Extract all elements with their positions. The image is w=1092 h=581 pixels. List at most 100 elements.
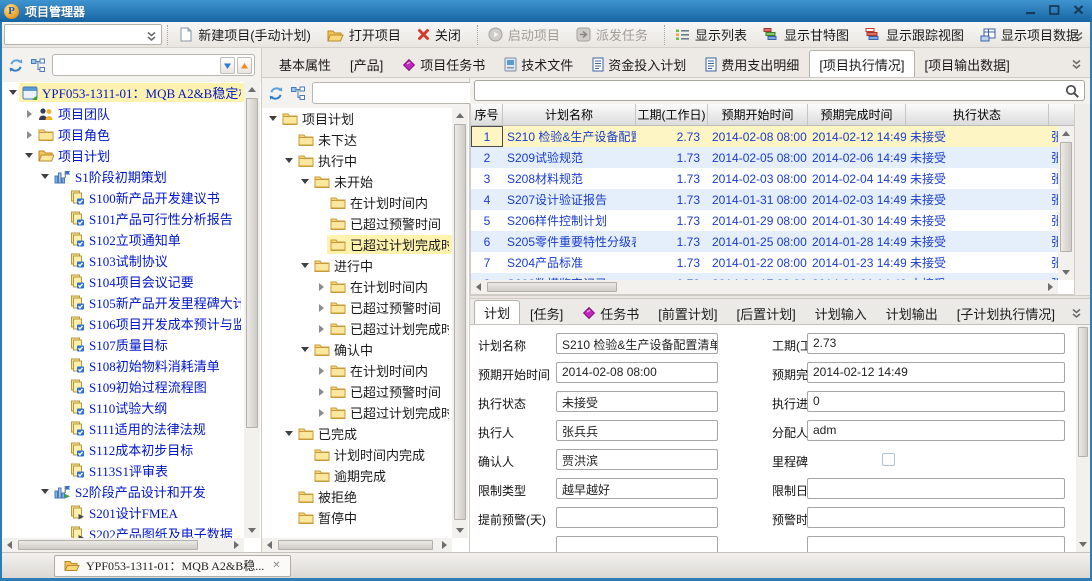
tree-item[interactable]: S105新产品开发里程碑大计划表 xyxy=(3,292,244,313)
tree-item[interactable]: S100新产品开发建议书 xyxy=(3,187,244,208)
scroll-left-arrow[interactable] xyxy=(2,538,17,552)
tree-expand-arrow-icon[interactable] xyxy=(39,174,51,179)
tree-item[interactable]: S202产品图纸及电子数据 xyxy=(3,523,244,538)
tree-item[interactable]: S106项目开发成本预计与监控表 xyxy=(3,313,244,334)
tree-item[interactable]: 在计划时间内 xyxy=(263,192,452,213)
project-view-tab[interactable]: 费用支出明细 xyxy=(696,52,808,77)
tree-collapse-arrow-icon[interactable] xyxy=(315,304,327,312)
scroll-thumb[interactable] xyxy=(487,282,617,292)
tree-expand-arrow-icon[interactable] xyxy=(299,347,311,352)
project-view-tab[interactable]: 资金投入计划 xyxy=(583,52,695,77)
minimize-button[interactable] xyxy=(1022,2,1038,18)
tree-item[interactable]: 执行中 xyxy=(263,150,452,171)
close-button[interactable] xyxy=(1070,2,1086,18)
tree-expand-arrow-icon[interactable] xyxy=(283,431,295,436)
column-header[interactable]: 序号 xyxy=(471,104,503,125)
field-input[interactable]: adm xyxy=(807,420,1065,441)
tree-item[interactable]: S110试验大纲 xyxy=(3,397,244,418)
tree-item[interactable]: 在计划时间内 xyxy=(263,360,452,381)
field-input[interactable]: 2014-02-08 08:00 xyxy=(556,362,718,383)
search-down-button[interactable] xyxy=(220,57,235,74)
detail-tab[interactable]: [子计划执行情况] xyxy=(948,302,1064,324)
tree-expand-arrow-icon[interactable] xyxy=(267,116,279,121)
column-header[interactable]: 工期(工作日) xyxy=(636,104,708,125)
tree-item[interactable]: 项目团队 xyxy=(3,103,244,124)
project-tree-hscrollbar[interactable] xyxy=(2,538,244,552)
detail-tab[interactable]: 任务书 xyxy=(573,302,648,324)
scroll-right-arrow[interactable] xyxy=(1043,280,1058,294)
scroll-thumb[interactable] xyxy=(278,540,433,550)
project-combobox[interactable] xyxy=(4,24,162,45)
toolbar-button[interactable]: 启动项目 xyxy=(483,25,565,44)
column-header[interactable]: 预期开始时间 xyxy=(708,104,808,125)
tree-expand-arrow-icon[interactable] xyxy=(7,90,19,95)
field-input[interactable] xyxy=(807,536,1065,552)
scroll-right-arrow[interactable] xyxy=(229,538,244,552)
tree-collapse-arrow-icon[interactable] xyxy=(315,325,327,333)
tree-item[interactable]: 已超过预警时间 xyxy=(263,297,452,318)
scroll-right-arrow[interactable] xyxy=(437,538,452,552)
tree-item[interactable]: S201设计FMEA xyxy=(3,502,244,523)
scroll-left-arrow[interactable] xyxy=(471,280,486,294)
scroll-up-arrow[interactable] xyxy=(452,108,468,123)
detail-tab[interactable]: 计划输出 xyxy=(877,302,947,324)
scroll-left-arrow[interactable] xyxy=(262,538,277,552)
tree-item[interactable]: 已超过计划完成时间 xyxy=(263,234,452,255)
field-input[interactable]: 越早越好 xyxy=(556,478,718,499)
plan-category-hscrollbar[interactable] xyxy=(262,538,452,552)
tree-collapse-arrow-icon[interactable] xyxy=(315,283,327,291)
project-view-tab[interactable]: 项目任务书 xyxy=(393,52,494,77)
field-input[interactable] xyxy=(807,507,1065,528)
detail-tab[interactable]: 计划 xyxy=(474,300,520,324)
plan-table-row[interactable]: 1S210 检验&生产设备配置清...2.732014-02-08 08:002… xyxy=(471,126,1058,147)
plan-category-search-input[interactable] xyxy=(318,84,473,102)
tree-item[interactable]: 未下达 xyxy=(263,129,452,150)
plan-search-input[interactable] xyxy=(481,82,1060,99)
status-tab-close-icon[interactable]: ✕ xyxy=(272,560,280,571)
detail-tab[interactable]: [任务] xyxy=(521,302,572,324)
project-tree-vscrollbar[interactable] xyxy=(244,82,260,538)
tree-expand-arrow-icon[interactable] xyxy=(299,263,311,268)
plan-table-row[interactable]: 2S209试验规范1.732014-02-05 08:002014-02-06 … xyxy=(471,147,1058,168)
plan-table-row[interactable]: 3S208材料规范1.732014-02-03 08:002014-02-04 … xyxy=(471,168,1058,189)
tree-item[interactable]: S109初始过程流程图 xyxy=(3,376,244,397)
field-input[interactable]: 贾洪滨 xyxy=(556,449,718,470)
field-input[interactable] xyxy=(556,507,718,528)
field-input[interactable]: 未接受 xyxy=(556,391,718,412)
tree-item[interactable]: S2阶段产品设计和开发 xyxy=(3,481,244,502)
tree-item[interactable]: 被拒绝 xyxy=(263,486,452,507)
toolbar-button[interactable]: 显示跟踪视图 xyxy=(860,25,969,44)
tree-item[interactable]: S108初始物料消耗清单 xyxy=(3,355,244,376)
plan-table-row[interactable]: 7S204产品标准1.732014-01-22 08:002014-01-23 … xyxy=(471,252,1058,273)
tree-item[interactable]: 在计划时间内 xyxy=(263,276,452,297)
tree-item[interactable]: 项目角色 xyxy=(3,124,244,145)
project-view-tab[interactable]: [项目执行情况] xyxy=(809,50,914,77)
tree-item[interactable]: S102立项通知单 xyxy=(3,229,244,250)
magnifier-icon[interactable] xyxy=(1065,84,1080,102)
toolbar-button[interactable]: 新建项目(手动计划) xyxy=(173,25,316,44)
tree-item[interactable]: S101产品可行性分析报告 xyxy=(3,208,244,229)
tree-item[interactable]: 已超过计划完成时间 xyxy=(263,318,452,339)
scroll-thumb[interactable] xyxy=(1060,142,1072,252)
tree-collapse-arrow-icon[interactable] xyxy=(23,110,35,118)
tree-collapse-arrow-icon[interactable] xyxy=(315,409,327,417)
tree-item[interactable]: S107质量目标 xyxy=(3,334,244,355)
project-view-tab[interactable]: [项目输出数据] xyxy=(916,52,1019,77)
field-input[interactable] xyxy=(556,536,718,552)
hierarchy-icon[interactable] xyxy=(30,58,46,73)
project-tree-search-input[interactable] xyxy=(58,56,220,74)
tree-expand-arrow-icon[interactable] xyxy=(299,179,311,184)
search-up-button[interactable] xyxy=(237,57,252,74)
open-project-status-tab[interactable]: YPF053-1311-01：MQB A2&B稳... ✕ xyxy=(54,555,291,577)
tree-item[interactable]: S112成本初步目标 xyxy=(3,439,244,460)
refresh-icon[interactable] xyxy=(8,58,24,73)
tree-expand-arrow-icon[interactable] xyxy=(283,158,295,163)
tree-item[interactable]: 确认中 xyxy=(263,339,452,360)
tree-collapse-arrow-icon[interactable] xyxy=(315,367,327,375)
toolbar-button[interactable]: 打开项目 xyxy=(322,25,406,44)
scroll-down-arrow[interactable] xyxy=(1058,265,1074,280)
toolbar-overflow-chevron[interactable] xyxy=(1073,30,1084,45)
tree-item[interactable]: 已超过预警时间 xyxy=(263,381,452,402)
tree-item[interactable]: 已完成 xyxy=(263,423,452,444)
project-view-tab[interactable]: 技术文件 xyxy=(495,52,582,77)
